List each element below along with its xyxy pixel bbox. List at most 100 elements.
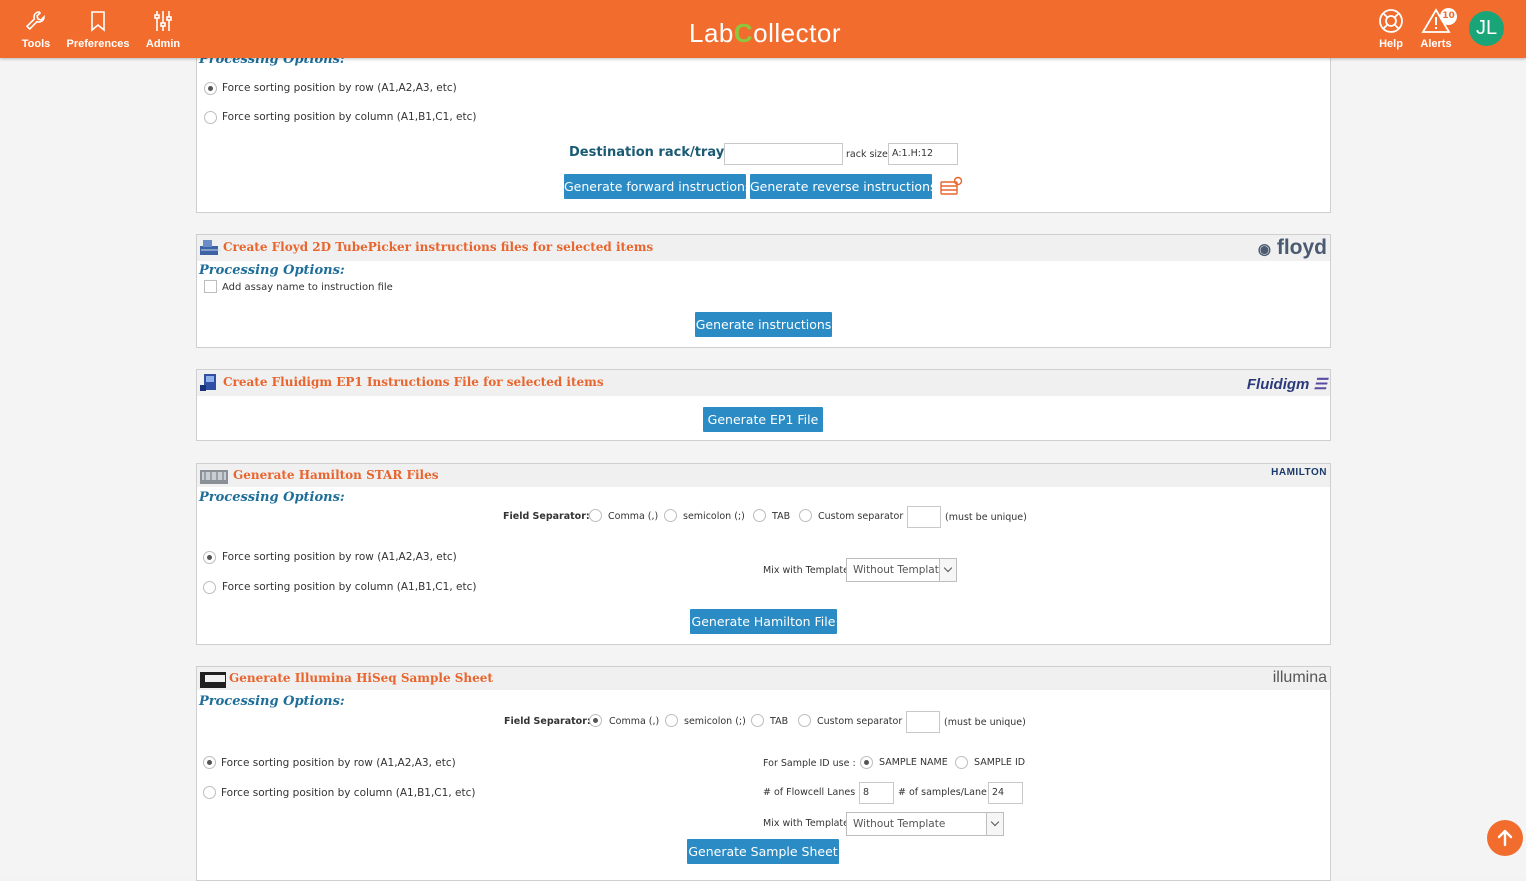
hamilton-robot-icon xyxy=(200,470,228,484)
sort-row-radio[interactable] xyxy=(203,551,216,564)
sep-semicolon-label: semicolon (;) xyxy=(684,716,746,727)
nav-tools[interactable]: Tools xyxy=(18,8,54,50)
sort-column-radio[interactable] xyxy=(203,581,216,594)
panel-illumina-title: Generate Illumina HiSeq Sample Sheet xyxy=(229,671,493,685)
samples-per-lane-label: # of samples/Lane : xyxy=(898,787,994,798)
chevron-down-icon xyxy=(939,559,956,581)
sep-comma-radio[interactable] xyxy=(589,714,602,727)
panel-floyd: Create Floyd 2D TubePicker instructions … xyxy=(196,234,1331,348)
mix-template-value: Without Template xyxy=(853,564,946,576)
sliders-icon xyxy=(154,11,172,31)
scroll-to-top-button[interactable] xyxy=(1487,820,1523,856)
generate-instructions-button[interactable]: Generate instructions xyxy=(695,312,832,337)
destination-rack-label: Destination rack/tray : xyxy=(569,145,734,160)
fluidigm-brand-logo: Fluidigm ☰ xyxy=(1246,376,1327,393)
sep-comma-label: Comma (,) xyxy=(609,716,660,727)
top-navbar: Tools Preferences Admin LabCollector Hel… xyxy=(0,0,1526,58)
hiseq-instrument-icon xyxy=(200,672,226,688)
custom-separator-input[interactable] xyxy=(907,506,941,528)
custom-separator-input[interactable] xyxy=(906,711,940,733)
floyd-brand-text: floyd xyxy=(1276,236,1327,259)
panel-hamilton-title: Generate Hamilton STAR Files xyxy=(233,468,439,482)
sort-row-radio[interactable] xyxy=(204,82,217,95)
nav-admin-label: Admin xyxy=(145,38,181,50)
must-be-unique-note: (must be unique) xyxy=(945,512,1027,523)
sort-column-radio[interactable] xyxy=(204,111,217,124)
processing-options-label: Processing Options: xyxy=(199,490,345,505)
bookmark-icon xyxy=(91,11,105,32)
sep-semicolon-label: semicolon (;) xyxy=(683,511,745,522)
tubepicker-icon xyxy=(200,240,221,255)
field-separator-label: Field Separator: xyxy=(504,716,591,727)
sort-column-label: Force sorting position by column (A1,B1,… xyxy=(221,787,476,799)
nav-help-label: Help xyxy=(1379,38,1403,50)
labcollector-logo[interactable]: LabCollector xyxy=(689,18,841,49)
samples-per-lane-input[interactable]: 24 xyxy=(988,782,1023,804)
flowcell-lanes-label: # of Flowcell Lanes : xyxy=(763,787,862,798)
fluidigm-device-icon xyxy=(200,374,216,391)
generate-hamilton-button[interactable]: Generate Hamilton File xyxy=(690,609,837,634)
sort-row-label: Force sorting position by row (A1,A2,A3,… xyxy=(222,82,457,94)
wrench-icon xyxy=(25,11,45,31)
add-assay-label: Add assay name to instruction file xyxy=(222,282,393,293)
sort-column-label: Force sorting position by column (A1,B1,… xyxy=(222,581,477,593)
sep-semicolon-radio[interactable] xyxy=(665,714,678,727)
sep-tab-radio[interactable] xyxy=(751,714,764,727)
panel-sorting-instructions: Processing Options: Force sorting positi… xyxy=(196,40,1331,213)
sort-row-radio[interactable] xyxy=(203,756,216,769)
sep-comma-radio[interactable] xyxy=(589,509,602,522)
add-assay-checkbox[interactable] xyxy=(204,280,217,293)
sort-column-label: Force sorting position by column (A1,B1,… xyxy=(222,111,477,123)
sep-custom-radio[interactable] xyxy=(798,714,811,727)
sep-custom-label: Custom separator xyxy=(817,716,903,727)
processing-options-label: Processing Options: xyxy=(199,694,345,709)
processing-options-label: Processing Options: xyxy=(199,263,345,278)
arrow-up-icon xyxy=(1497,829,1513,847)
sep-semicolon-radio[interactable] xyxy=(664,509,677,522)
sep-tab-radio[interactable] xyxy=(753,509,766,522)
hamilton-brand-logo: HAMILTON xyxy=(1271,467,1327,478)
sort-row-label: Force sorting position by row (A1,A2,A3,… xyxy=(221,757,456,769)
nav-admin[interactable]: Admin xyxy=(144,8,182,50)
mix-template-select[interactable]: Without Template xyxy=(846,812,1004,836)
nav-tools-label: Tools xyxy=(21,38,51,50)
sort-row-label: Force sorting position by row (A1,A2,A3,… xyxy=(222,551,457,563)
logo-text-suffix: ollector xyxy=(753,18,841,48)
nav-preferences[interactable]: Preferences xyxy=(66,8,130,50)
logo-text-prefix: Lab xyxy=(689,18,734,48)
logo-text-c: C xyxy=(733,18,754,48)
user-avatar[interactable]: JL xyxy=(1469,11,1504,46)
generate-ep1-button[interactable]: Generate EP1 File xyxy=(703,407,823,432)
panel-floyd-title: Create Floyd 2D TubePicker instructions … xyxy=(223,240,654,254)
lifebuoy-icon xyxy=(1379,9,1403,33)
sort-column-radio[interactable] xyxy=(203,786,216,799)
mix-template-label: Mix with Template xyxy=(763,565,850,576)
panel-hamilton: Generate Hamilton STAR Files HAMILTON Pr… xyxy=(196,463,1331,645)
floyd-brand-logo: ◉ floyd xyxy=(1257,236,1327,259)
alerts-count-badge: 10 xyxy=(1440,8,1457,25)
panel-illumina: Generate Illumina HiSeq Sample Sheet ill… xyxy=(196,666,1331,881)
mix-template-select[interactable]: Without Template xyxy=(846,558,957,582)
panel-fluidigm: Create Fluidigm EP1 Instructions File fo… xyxy=(196,369,1331,441)
sep-custom-radio[interactable] xyxy=(799,509,812,522)
sample-id-radio[interactable] xyxy=(955,756,968,769)
generate-reverse-button[interactable]: Generate reverse instructions xyxy=(750,174,937,199)
mix-template-label: Mix with Template xyxy=(763,818,850,829)
sample-name-radio[interactable] xyxy=(860,756,873,769)
sep-tab-label: TAB xyxy=(770,716,789,727)
nav-alerts-label: Alerts xyxy=(1420,38,1452,50)
generate-sample-sheet-button[interactable]: Generate Sample Sheet xyxy=(687,839,839,864)
rack-size-label: rack size xyxy=(846,149,888,160)
generate-forward-button[interactable]: Generate forward instructions xyxy=(564,174,751,199)
illumina-brand-logo: illumina xyxy=(1272,669,1327,686)
rack-size-input[interactable]: A:1.H:12 xyxy=(888,143,958,165)
sep-tab-label: TAB xyxy=(772,511,791,522)
sep-comma-label: Comma (,) xyxy=(608,511,659,522)
chevron-down-icon xyxy=(986,813,1003,835)
flowcell-lanes-input[interactable]: 8 xyxy=(859,782,894,804)
must-be-unique-note: (must be unique) xyxy=(944,717,1026,728)
nav-help[interactable]: Help xyxy=(1377,8,1405,50)
mix-template-value: Without Template xyxy=(853,818,946,830)
destination-rack-input[interactable] xyxy=(724,143,843,165)
rack-settings-icon[interactable] xyxy=(940,176,964,196)
